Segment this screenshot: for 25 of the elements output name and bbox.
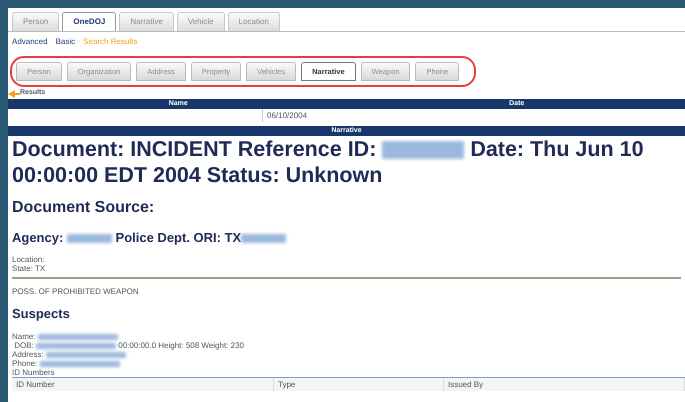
field-label: Location:: [12, 255, 46, 264]
arrow-icon: [8, 90, 20, 98]
link[interactable]: Advanced: [12, 36, 48, 48]
tab[interactable]: Person: [12, 12, 60, 31]
tab[interactable]: Vehicle: [176, 12, 225, 31]
section-heading: Document Source:: [12, 198, 156, 218]
detail-line: Address:: [12, 350, 681, 359]
column-header: Issued By: [444, 378, 685, 391]
detail-line: DOB: 00:00:00.0 Height: 508 Weight: 230: [13, 340, 245, 350]
agency-line: Agency: Police Dept. ORI: TX: [12, 228, 681, 248]
link[interactable]: Search Results: [83, 36, 138, 48]
tab[interactable]: OneDOJ: [62, 12, 116, 31]
link[interactable]: Basic: [56, 36, 76, 48]
table-cell: 06/10/2004: [262, 108, 312, 122]
document-title: Document: INCIDENT Reference ID: Date: Thu Jun 10 00:00:00 EDT 2004 Status: Unknown: [12, 136, 645, 188]
tab[interactable]: Location: [228, 12, 280, 31]
detail-line: Phone:: [12, 358, 681, 368]
field-label: State: TX: [12, 264, 46, 274]
detail-line: Name:: [12, 332, 681, 341]
section-heading: Suspects: [12, 305, 71, 324]
offense-text: POSS. OF PROHIBITED WEAPON: [12, 287, 140, 296]
tab[interactable]: Narrative: [119, 12, 174, 31]
column-header: Type: [274, 378, 444, 391]
column-header: ID Number: [12, 378, 274, 391]
detail-line: ID Numbers: [12, 368, 56, 377]
